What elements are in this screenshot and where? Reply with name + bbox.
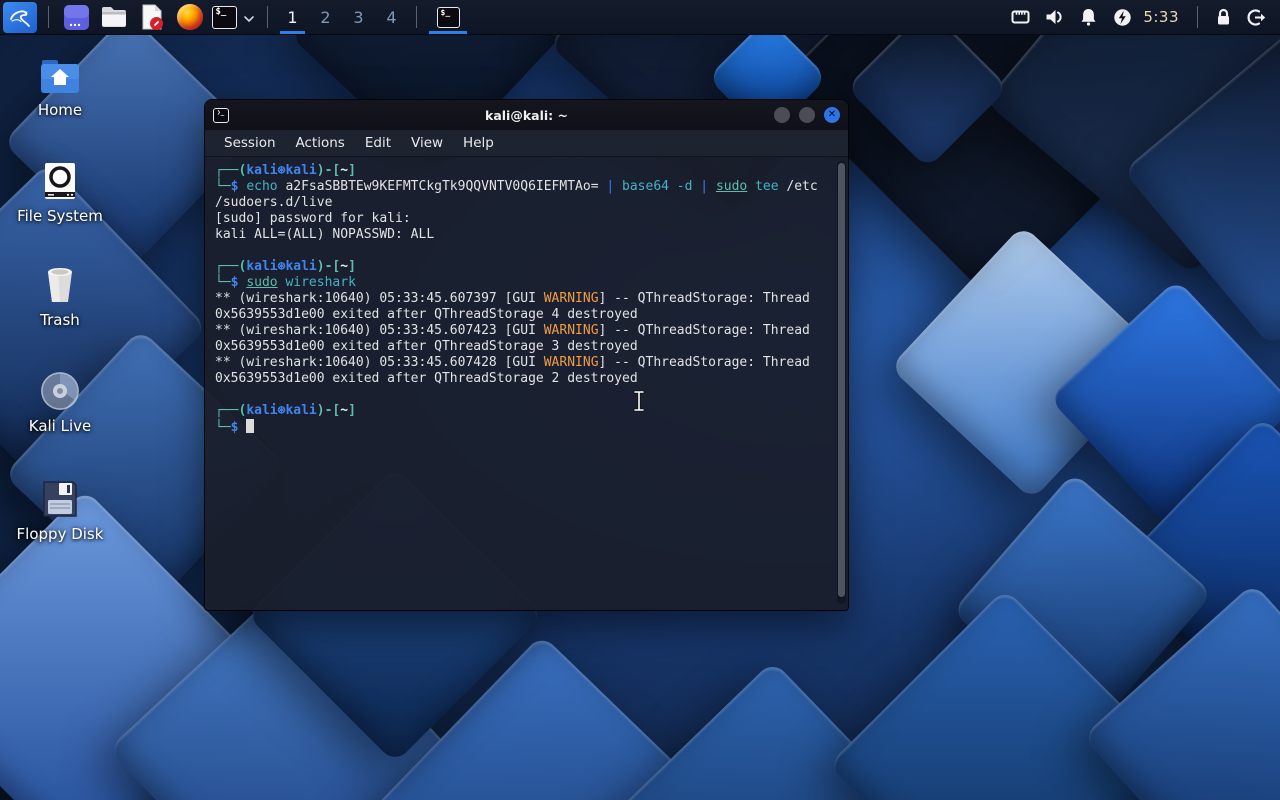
desktop-icon-trash[interactable]: Trash xyxy=(12,264,108,329)
hard-drive-icon xyxy=(45,163,75,199)
launcher-terminal[interactable]: $_ xyxy=(209,0,239,34)
terminal-output: ┌──(kali⊛kali)-[~] └─$ echo a2FsaSBBTEw9K… xyxy=(215,163,818,435)
menu-edit[interactable]: Edit xyxy=(355,135,401,151)
panel-separator xyxy=(416,6,417,28)
window-titlebar[interactable]: ❯_ kali@kali: ~ ✕ xyxy=(205,100,848,130)
launcher-text-editor[interactable] xyxy=(133,0,171,34)
desktop-icon-kali-live[interactable]: Kali Live xyxy=(12,370,108,435)
panel-separator xyxy=(48,6,49,28)
logout-icon[interactable] xyxy=(1240,0,1274,34)
panel-separator xyxy=(1197,6,1198,28)
panel-separator xyxy=(267,6,268,28)
home-folder-icon xyxy=(41,60,79,93)
terminal-content[interactable]: ┌──(kali⊛kali)-[~] └─$ echo a2FsaSBBTEw9K… xyxy=(205,157,848,610)
folder-icon xyxy=(102,7,126,27)
lock-screen-icon[interactable] xyxy=(1206,0,1240,34)
power-manager-icon[interactable] xyxy=(1105,0,1139,34)
document-edit-icon xyxy=(142,4,163,30)
window-button-terminal[interactable]: $_ xyxy=(425,0,471,34)
desktop-icon-label: Floppy Disk xyxy=(16,525,104,543)
terminal-icon: $_ xyxy=(436,6,460,28)
workspace-2[interactable]: 2 xyxy=(309,0,342,34)
firefox-icon xyxy=(177,4,203,30)
terminal-window: ❯_ kali@kali: ~ ✕ Session Actions Edit V… xyxy=(205,100,848,610)
launcher-file-manager[interactable] xyxy=(95,0,133,34)
desktop-icon-label: File System xyxy=(17,207,103,225)
kali-logo-icon xyxy=(3,1,37,33)
close-button[interactable]: ✕ xyxy=(824,107,840,123)
volume-tray-icon[interactable] xyxy=(1037,0,1071,34)
launcher-desktop-settings[interactable] xyxy=(57,0,95,34)
desktop-icon-home[interactable]: Home xyxy=(12,56,108,119)
window-title: kali@kali: ~ xyxy=(485,107,568,123)
desktop-icon-label: Kali Live xyxy=(28,417,92,435)
scrollbar-thumb[interactable] xyxy=(838,163,845,598)
top-panel: $_ 1 2 3 4 $_ 5:33 xyxy=(0,0,1280,35)
trash-icon xyxy=(48,268,72,302)
scrollbar[interactable] xyxy=(837,161,846,604)
maximize-button[interactable] xyxy=(799,107,815,123)
workspace-1[interactable]: 1 xyxy=(276,0,309,34)
floppy-disk-icon xyxy=(43,481,77,517)
desktop-icon-file-system[interactable]: File System xyxy=(12,160,108,225)
terminal-icon: $_ xyxy=(211,5,237,29)
notifications-bell-icon[interactable] xyxy=(1071,0,1105,34)
launcher-firefox[interactable] xyxy=(171,0,209,34)
terminal-launcher-dropdown[interactable] xyxy=(239,8,259,27)
menu-session[interactable]: Session xyxy=(214,135,286,151)
desktop-icon-floppy-disk[interactable]: Floppy Disk xyxy=(12,478,108,543)
clock[interactable]: 5:33 xyxy=(1139,8,1189,26)
applications-menu-button[interactable] xyxy=(0,0,40,34)
desktop-icon-label: Home xyxy=(37,101,83,119)
menu-view[interactable]: View xyxy=(401,135,453,151)
window-icon xyxy=(63,4,89,30)
minimize-button[interactable] xyxy=(774,107,790,123)
workspace-4[interactable]: 4 xyxy=(375,0,408,34)
disc-icon xyxy=(41,372,79,410)
workspace-3[interactable]: 3 xyxy=(342,0,375,34)
desktop-icon-label: Trash xyxy=(40,311,80,329)
menu-help[interactable]: Help xyxy=(453,135,504,151)
network-tray-icon[interactable] xyxy=(1003,0,1037,34)
window-terminal-icon: ❯_ xyxy=(213,107,229,123)
terminal-menubar: Session Actions Edit View Help xyxy=(205,130,848,157)
chevron-down-icon xyxy=(244,15,254,22)
menu-actions[interactable]: Actions xyxy=(286,135,355,151)
